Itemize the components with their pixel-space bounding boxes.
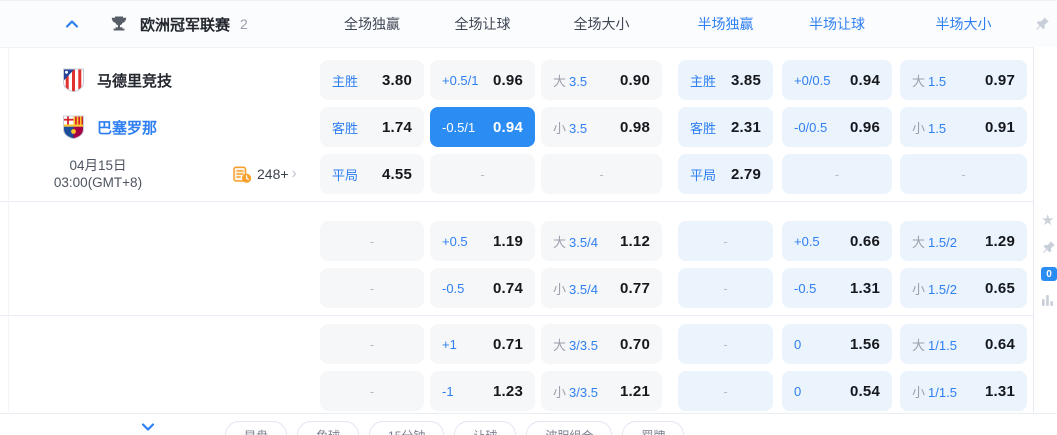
away-team-logo [62,115,85,139]
markets-icon [232,165,252,184]
odds-cell[interactable]: 大 3.5/4 1.12 [541,221,662,261]
empty-odds-cell: - [320,371,424,411]
column-header-half-ou: 半场大小 [935,16,992,32]
trophy-icon [110,15,128,33]
odds-cell[interactable]: 大 1.5/2 1.29 [900,221,1027,261]
side-rail: ★ 0 [1033,47,1057,412]
odds-cell[interactable]: +0/0.5 0.94 [782,60,892,100]
row-lead: 巴塞罗那 [8,115,320,139]
empty-odds-cell: - [320,324,424,364]
odds-row: 巴塞罗那 客胜 1.74 -0.5/1 0.94 小 3.5 0.98 客胜 2.31 -0/0.5… [0,107,1057,147]
empty-odds-cell: - [900,154,1027,194]
market-filter-button[interactable]: 罚牌 [622,421,685,435]
column-header-full-handicap: 全场让球 [454,16,511,32]
alt-odds-group-2: - +1 0.71 大 3/3.5 0.70-0 1.56 大 1/1.5 0.64- -1 1.23… [0,316,1057,411]
column-header-half-1x2: 半场独赢 [697,16,754,32]
empty-odds-cell: - [320,268,424,308]
odds-row: - -0.5 0.74 小 3.5/4 0.77- -0.5 1.31 小 1.5/2 0.65 [0,268,1057,308]
odds-cell[interactable]: -0.5 0.74 [430,268,535,308]
left-divider [8,5,9,411]
odds-cell[interactable]: 0 0.54 [782,371,892,411]
market-filter-button[interactable]: 早盘 [225,421,288,435]
footer-bar: 早盘角球 15分钟让球波胆组合罚牌 [0,413,1057,435]
odds-cell[interactable]: 小 1.5/2 0.65 [900,268,1027,308]
away-team-name[interactable]: 巴塞罗那 [97,117,157,138]
counter-badge[interactable]: 0 [1041,267,1057,281]
empty-odds-cell: - [320,221,424,261]
odds-cell[interactable]: +0.5 1.19 [430,221,535,261]
odds-cell[interactable]: 客胜 1.74 [320,107,424,147]
odds-cell[interactable]: 主胜 3.80 [320,60,424,100]
markets-count: 248+ [257,166,289,182]
empty-odds-cell: - [541,154,662,194]
odds-row: 马德里竞技 主胜 3.80 +0.5/1 0.96 大 3.5 0.90 主胜 3.85 +0/0.… [0,60,1057,100]
odds-row: - +1 0.71 大 3/3.5 0.70-0 1.56 大 1/1.5 0.64 [0,324,1057,364]
empty-odds-cell: - [678,371,773,411]
odds-cell[interactable]: 大 3/3.5 0.70 [541,324,662,364]
odds-cell[interactable]: +0.5/1 0.96 [430,60,535,100]
column-header-half-handicap: 半场让球 [809,16,865,32]
odds-cell[interactable]: 主胜 3.85 [678,60,773,100]
column-header-full-1x2: 全场独赢 [344,16,400,32]
home-team-logo [62,68,85,92]
market-filter-pills: 早盘角球 15分钟让球波胆组合罚牌 [225,421,694,435]
chevron-right-icon: › [291,165,297,182]
row-lead: 04月15日 03:00(GMT+8) 248+ › [8,157,320,191]
favorite-star-icon[interactable]: ★ [1041,213,1054,228]
pin-icon[interactable] [1034,16,1050,32]
odds-row: - -1 1.23 小 3/3.5 1.21-0 0.54 小 1/1.5 1.31 [0,371,1057,411]
odds-cell[interactable]: 客胜 2.31 [678,107,773,147]
odds-cell[interactable]: 大 1.5 0.97 [900,60,1027,100]
empty-odds-cell: - [678,324,773,364]
odds-cell[interactable]: 小 3.5 0.98 [541,107,662,147]
odds-row: - +0.5 1.19 大 3.5/4 1.12- +0.5 0.66 大 1.5/2 1.29 [0,221,1057,261]
column-header-full-ou: 全场大小 [573,16,630,32]
odds-cell[interactable]: -1 1.23 [430,371,535,411]
league-name: 欧洲冠军联赛 [140,16,231,34]
odds-row: 04月15日 03:00(GMT+8) 248+ › 平局 4.55- - 平局 2.79- - [0,154,1057,194]
empty-odds-cell: - [782,154,892,194]
match-datetime: 04月15日 03:00(GMT+8) [53,158,143,190]
empty-odds-cell: - [678,221,773,261]
odds-cell[interactable]: 大 1/1.5 0.64 [900,324,1027,364]
market-filter-button[interactable]: 波胆组合 [526,421,613,435]
empty-odds-cell: - [430,154,535,194]
odds-cell[interactable]: 小 1/1.5 1.31 [900,371,1027,411]
market-filter-button[interactable]: 让球 [454,421,517,435]
odds-cell[interactable]: 小 3/3.5 1.21 [541,371,662,411]
odds-cell[interactable]: -0/0.5 0.96 [782,107,892,147]
home-team-name[interactable]: 马德里竞技 [97,70,172,91]
collapse-chevron-icon[interactable] [64,16,80,32]
main-odds-group: 马德里竞技 主胜 3.80 +0.5/1 0.96 大 3.5 0.90 主胜 3.85 +0/0.… [0,48,1057,194]
row-lead: 马德里竞技 [8,68,320,92]
market-filter-button[interactable]: 角球 [297,421,360,435]
empty-odds-cell: - [678,268,773,308]
odds-cell[interactable]: 小 1.5 0.91 [900,107,1027,147]
more-markets-link[interactable]: 248+ › [232,165,297,184]
odds-cell[interactable]: 0 1.56 [782,324,892,364]
odds-cell[interactable]: 小 3.5/4 0.77 [541,268,662,308]
odds-panel: 欧洲冠军联赛 2 全场独赢 全场让球 全场大小 半场独赢 半场让球 半场大小 马… [0,0,1057,435]
alt-odds-group-1: - +0.5 1.19 大 3.5/4 1.12- +0.5 0.66 大 1.5/2 1.29- -… [0,202,1057,308]
odds-cell[interactable]: 平局 2.79 [678,154,773,194]
stats-chart-icon[interactable] [1041,293,1054,306]
market-filter-button[interactable]: 15分钟 [369,421,445,435]
odds-cell[interactable]: -0.5/1 0.94 [430,107,535,147]
league-match-count: 2 [240,16,248,32]
pin-icon[interactable] [1041,240,1056,255]
odds-cell[interactable]: -0.5 1.31 [782,268,892,308]
league-header: 欧洲冠军联赛 2 全场独赢 全场让球 全场大小 半场独赢 半场让球 半场大小 [0,1,1057,48]
league-header-lead: 欧洲冠军联赛 2 [8,14,320,35]
odds-cell[interactable]: 大 3.5 0.90 [541,60,662,100]
odds-cell[interactable]: 平局 4.55 [320,154,424,194]
odds-cell[interactable]: +1 0.71 [430,324,535,364]
odds-cell[interactable]: +0.5 0.66 [782,221,892,261]
expand-chevron-icon[interactable] [140,422,156,434]
